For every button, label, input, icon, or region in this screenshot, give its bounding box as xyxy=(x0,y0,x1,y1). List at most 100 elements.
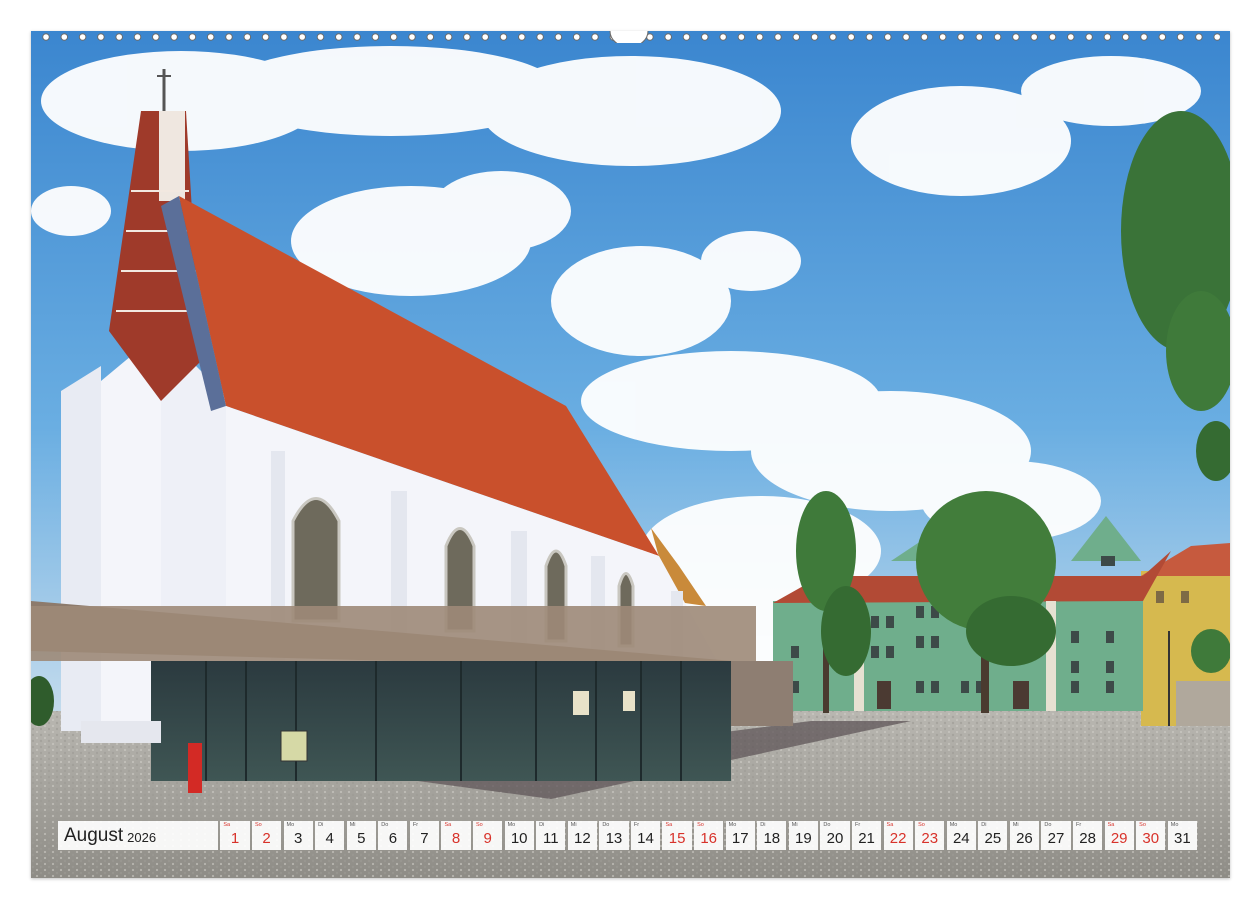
month-year: 2026 xyxy=(127,829,157,845)
day-number: 20 xyxy=(826,830,844,847)
weekday-label: Sa xyxy=(665,822,673,828)
weekday-label: Mo xyxy=(1170,822,1179,828)
hanger-notch xyxy=(609,31,649,43)
day-number: 25 xyxy=(984,830,1002,847)
day-number: 3 xyxy=(293,830,303,847)
binding-ring xyxy=(829,33,837,41)
weekday-label: Mo xyxy=(507,822,516,828)
day-number: 21 xyxy=(858,830,875,847)
binding-ring xyxy=(774,33,782,41)
binding-ring xyxy=(847,33,856,41)
church-window xyxy=(291,497,341,623)
binding-ring xyxy=(755,33,764,41)
weekday-label: So xyxy=(697,822,704,828)
day-cell: Mo 3 xyxy=(283,821,313,850)
weekday-label: Di xyxy=(981,822,987,828)
binding-ring xyxy=(42,33,50,41)
binding-ring xyxy=(865,33,874,41)
binding-ring xyxy=(280,33,288,41)
binding-ring xyxy=(993,33,1002,41)
day-cell: Mo 24 xyxy=(946,821,976,850)
day-cell: Fr 28 xyxy=(1073,821,1103,850)
binding-ring xyxy=(115,33,123,41)
day-cell: Di 18 xyxy=(757,821,787,850)
day-cell: So 9 xyxy=(473,821,503,850)
weekday-label: Sa xyxy=(886,822,894,828)
binding-ring xyxy=(206,33,215,41)
day-cell: Sa 22 xyxy=(883,821,913,850)
binding-ring xyxy=(408,33,416,41)
red-mailbox xyxy=(188,743,202,793)
weekday-label: Do xyxy=(1044,822,1052,828)
weekday-label: Fr xyxy=(633,822,640,828)
binding-ring xyxy=(1012,33,1020,41)
binding-ring xyxy=(97,33,105,41)
weekday-label: Mi xyxy=(570,822,577,828)
weekday-label: Do xyxy=(602,822,610,828)
weekday-label: Mo xyxy=(728,822,737,828)
day-number: 18 xyxy=(763,830,781,847)
day-number: 15 xyxy=(668,830,686,847)
day-cell: Sa 15 xyxy=(662,821,692,850)
weekday-label: Mo xyxy=(949,822,958,828)
binding-ring xyxy=(444,33,453,41)
binding-rings xyxy=(42,31,1220,43)
binding-ring xyxy=(499,33,508,41)
month-name: August xyxy=(64,824,124,846)
weekday-label: Mi xyxy=(791,822,798,828)
day-cell: Sa 29 xyxy=(1104,821,1134,850)
weekday-label: Do xyxy=(823,822,831,828)
day-cell: Mo 17 xyxy=(725,821,755,850)
binding-ring xyxy=(664,33,673,41)
day-number: 19 xyxy=(795,830,812,847)
weekday-label: Sa xyxy=(1107,822,1115,828)
day-cell: So 23 xyxy=(915,821,945,850)
binding-ring xyxy=(335,33,343,41)
weekday-label: So xyxy=(254,822,262,828)
binding-ring xyxy=(152,33,160,41)
binding-ring xyxy=(1067,33,1075,41)
binding-ring xyxy=(1048,33,1057,41)
binding-ring xyxy=(957,33,965,41)
day-number: 6 xyxy=(388,830,398,847)
day-number: 29 xyxy=(1110,830,1128,847)
day-cell: Sa 1 xyxy=(220,821,250,850)
binding-ring xyxy=(426,33,435,41)
binding-ring xyxy=(389,33,398,41)
day-cell: Di 11 xyxy=(536,821,566,850)
binding-ring xyxy=(810,33,819,41)
binding-ring xyxy=(353,33,361,41)
weekday-label: Do xyxy=(381,822,389,828)
day-cell: So 2 xyxy=(251,821,282,850)
day-number: 10 xyxy=(510,830,528,847)
calendar-strip: August 2026 Sa 1 So 2 Mo 3 Di 4 Mi 5 Do 6 Fr 7 Sa 8 So 9 M… xyxy=(58,821,1197,850)
binding-ring xyxy=(1195,33,1203,41)
day-cell: Do 6 xyxy=(378,821,408,850)
binding-ring xyxy=(536,33,544,41)
binding-ring xyxy=(1213,33,1220,41)
day-cell: Mi 19 xyxy=(788,821,818,850)
day-cell: Fr 7 xyxy=(409,821,440,850)
day-number: 5 xyxy=(357,830,366,847)
day-cell: Di 25 xyxy=(978,821,1008,850)
binding-ring xyxy=(1103,33,1112,41)
binding-ring xyxy=(133,33,142,41)
day-number: 14 xyxy=(637,830,654,847)
binding-ring xyxy=(938,33,947,41)
day-number: 30 xyxy=(1142,830,1160,847)
day-cell: Fr 21 xyxy=(851,821,882,850)
day-number: 4 xyxy=(325,830,334,847)
day-number: 12 xyxy=(574,830,591,847)
weekday-label: Sa xyxy=(444,822,452,828)
day-cell: Do 13 xyxy=(599,821,629,850)
binding-ring xyxy=(188,33,197,41)
binding-ring xyxy=(682,33,691,41)
binding-ring xyxy=(591,33,599,41)
binding-ring xyxy=(975,33,984,41)
binding-ring xyxy=(902,33,910,41)
weekday-label: Fr xyxy=(854,822,861,828)
day-number: 23 xyxy=(921,830,939,847)
binding-ring xyxy=(572,33,581,41)
binding-ring xyxy=(1140,33,1148,41)
day-cell: Sa 8 xyxy=(441,821,471,850)
